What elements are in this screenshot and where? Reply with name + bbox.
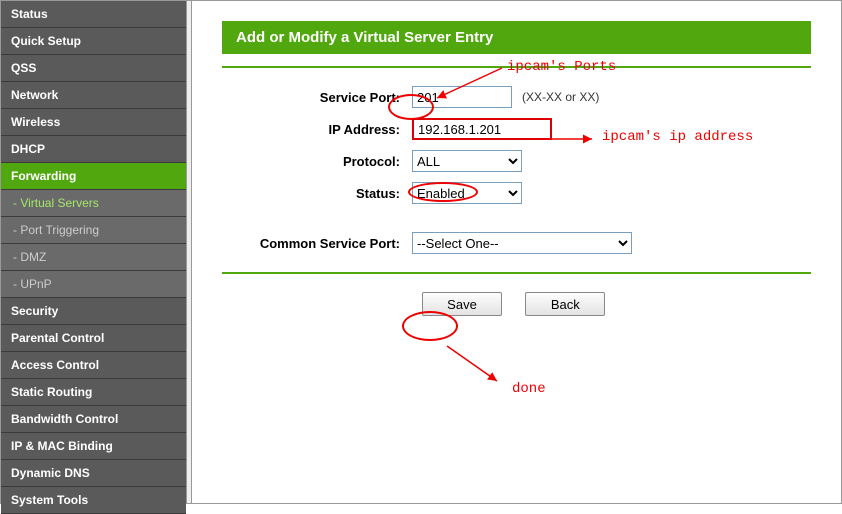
page-title: Add or Modify a Virtual Server Entry	[222, 21, 811, 54]
annotation-text-done: done	[512, 381, 546, 397]
main-panel: Add or Modify a Virtual Server Entry Ser…	[192, 1, 841, 503]
common-service-select[interactable]: --Select One--	[412, 232, 632, 254]
sidebar-item-ip-mac-binding[interactable]: IP & MAC Binding	[1, 433, 186, 460]
sidebar-item-qss[interactable]: QSS	[1, 55, 186, 82]
protocol-label: Protocol:	[222, 154, 412, 169]
service-port-label: Service Port:	[222, 90, 412, 105]
sidebar-item-wireless[interactable]: Wireless	[1, 109, 186, 136]
protocol-select[interactable]: ALL	[412, 150, 522, 172]
back-button[interactable]: Back	[525, 292, 605, 316]
sidebar-item-static-routing[interactable]: Static Routing	[1, 379, 186, 406]
status-select[interactable]: Enabled	[412, 182, 522, 204]
sidebar-item-quick-setup[interactable]: Quick Setup	[1, 28, 186, 55]
annotation-arrow-done	[442, 341, 512, 391]
sidebar: Status Quick Setup QSS Network Wireless …	[1, 1, 186, 503]
sidebar-item-dhcp[interactable]: DHCP	[1, 136, 186, 163]
ip-address-label: IP Address:	[222, 122, 412, 137]
sidebar-item-forwarding[interactable]: Forwarding	[1, 163, 186, 190]
sidebar-sub-virtual-servers[interactable]: - Virtual Servers	[1, 190, 186, 217]
sidebar-sub-upnp[interactable]: - UPnP	[1, 271, 186, 298]
service-port-input[interactable]	[412, 86, 512, 108]
common-service-label: Common Service Port:	[222, 236, 412, 251]
save-button[interactable]: Save	[422, 292, 502, 316]
service-port-hint: (XX-XX or XX)	[522, 90, 599, 104]
sidebar-item-security[interactable]: Security	[1, 298, 186, 325]
sidebar-item-access-control[interactable]: Access Control	[1, 352, 186, 379]
sidebar-item-bandwidth-control[interactable]: Bandwidth Control	[1, 406, 186, 433]
sidebar-item-status[interactable]: Status	[1, 1, 186, 28]
sidebar-item-dynamic-dns[interactable]: Dynamic DNS	[1, 460, 186, 487]
divider	[222, 66, 811, 68]
sidebar-item-network[interactable]: Network	[1, 82, 186, 109]
sidebar-item-parental-control[interactable]: Parental Control	[1, 325, 186, 352]
status-label: Status:	[222, 186, 412, 201]
sidebar-sub-port-triggering[interactable]: - Port Triggering	[1, 217, 186, 244]
sidebar-item-system-tools[interactable]: System Tools	[1, 487, 186, 514]
sidebar-sub-dmz[interactable]: - DMZ	[1, 244, 186, 271]
divider	[222, 272, 811, 274]
ip-address-input[interactable]	[412, 118, 552, 140]
